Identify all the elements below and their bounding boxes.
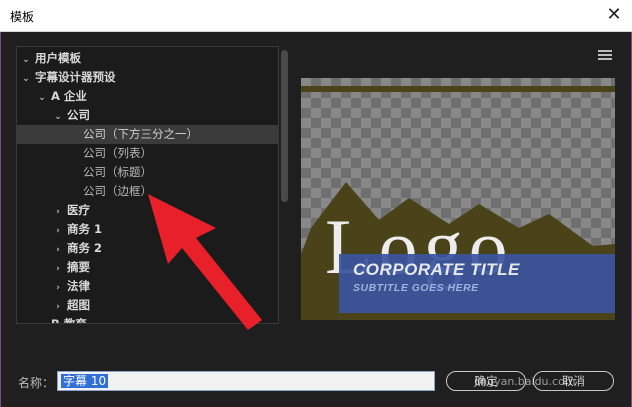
preview-subtitle: SUBTITLE GOES HERE (353, 282, 479, 294)
tree-item-label: B 教育 (51, 317, 87, 324)
watermark-text: jingyan.baidu.com (474, 375, 576, 388)
tree-item-label: 用户模板 (35, 51, 81, 65)
tree-item-label: 医疗 (67, 203, 90, 217)
tree-item-label: 公司 (67, 108, 90, 122)
tree-folder-item[interactable]: ⌄ 公司 (17, 106, 278, 125)
tree-folder-item[interactable]: ⌄ A 企业 (17, 87, 278, 106)
name-input[interactable] (57, 371, 435, 391)
name-input-selection: 字幕 10 (61, 374, 109, 388)
tree-item-label: 字幕设计器预设 (35, 70, 116, 84)
tree-folder-item[interactable]: ⌄ 字幕设计器预设 (17, 68, 278, 87)
tree-item-label: 超图 (67, 298, 90, 312)
hamburger-menu-icon[interactable] (598, 50, 612, 62)
tree-leaf-item[interactable]: 公司（下方三分之一） (17, 125, 278, 144)
red-arrow-annotation (148, 194, 262, 330)
tree-item-label: A 企业 (51, 89, 87, 103)
tree-item-label: 法律 (67, 279, 90, 293)
tree-leaf-item[interactable]: 公司（列表） (17, 144, 278, 163)
tree-item-label: 商务 2 (67, 241, 103, 255)
window-frame-left (0, 0, 1, 407)
tree-leaf-item[interactable]: 公司（标题） (17, 163, 278, 182)
template-preview: Logo CORPORATE TITLE SUBTITLE GOES HERE (301, 78, 615, 320)
tree-item-label: 公司（列表） (83, 146, 152, 160)
tree-item-label: 公司（下方三分之一） (83, 127, 198, 141)
tree-item-label: 商务 1 (67, 222, 103, 236)
tree-item-label: 公司（标题） (83, 165, 152, 179)
preview-corporate-title: CORPORATE TITLE (353, 260, 520, 279)
tree-item-label: 摘要 (67, 260, 90, 274)
title-bar: 模板 ✕ (0, 0, 632, 32)
name-label: 名称： (18, 376, 55, 390)
tree-scrollbar-thumb[interactable] (281, 50, 288, 202)
tree-folder-item[interactable]: ⌄ 用户模板 (17, 49, 278, 68)
tree-scrollbar[interactable] (280, 46, 289, 322)
close-icon[interactable]: ✕ (604, 5, 624, 25)
chevron-right-icon[interactable]: › (37, 317, 47, 323)
window-title: 模板 (10, 10, 35, 24)
